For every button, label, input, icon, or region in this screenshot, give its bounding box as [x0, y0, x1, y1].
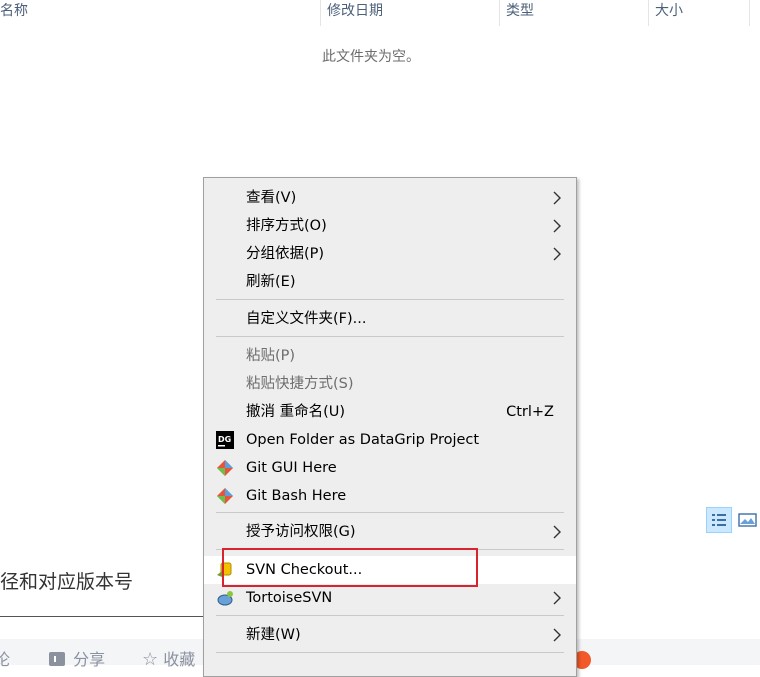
empty-folder-message: 此文件夹为空。 [322, 49, 420, 65]
menu-item-label: Git Bash Here [246, 488, 347, 504]
menu-separator [216, 615, 564, 616]
context-menu: 查看(V) 排序方式(O) 分组依据(P) 刷新(E) 自定义文件夹(F)...… [203, 177, 577, 677]
background-action-favorite[interactable]: ☆ 收藏 [142, 646, 195, 670]
chevron-right-icon [553, 247, 561, 261]
menu-separator [216, 336, 564, 337]
menu-item-undo-rename[interactable]: 撤消 重命名(U) Ctrl+Z [204, 398, 576, 426]
menu-item-label: Open Folder as DataGrip Project [246, 432, 480, 448]
column-date-label: 修改日期 [327, 3, 383, 19]
menu-item-paste-shortcut[interactable]: 粘贴快捷方式(S) [204, 370, 576, 398]
column-name-label: 名称 [0, 3, 28, 19]
menu-item-paste[interactable]: 粘贴(P) [204, 342, 576, 370]
menu-item-label: 查看(V) [246, 190, 297, 206]
menu-item-label: 分组依据(P) [246, 246, 325, 262]
menu-item-label: 刷新(E) [246, 274, 296, 290]
chevron-right-icon [553, 591, 561, 605]
menu-item-open-datagrip[interactable]: DG Open Folder as DataGrip Project [204, 426, 576, 454]
menu-item-label: 粘贴(P) [246, 348, 296, 364]
share-label: 分享 [73, 650, 106, 669]
large-icons-view-button[interactable] [735, 507, 760, 533]
svg-text:DG: DG [218, 435, 231, 444]
column-type[interactable]: 类型 [500, 0, 649, 26]
menu-separator [216, 549, 564, 550]
background-divider [0, 616, 205, 617]
favorite-label: 收藏 [163, 650, 196, 669]
menu-item-label: TortoiseSVN [246, 590, 333, 606]
menu-item-label: 排序方式(O) [246, 218, 327, 234]
menu-separator [216, 512, 564, 513]
background-action-share[interactable]: 分享 [48, 646, 105, 670]
menu-item-label: 撤消 重命名(U) [246, 404, 346, 420]
large-icons-view-icon [738, 513, 757, 527]
column-name[interactable]: 名称 [0, 0, 321, 26]
menu-item-label: 粘贴快捷方式(S) [246, 376, 354, 392]
menu-item-tortoisesvn[interactable]: TortoiseSVN [204, 584, 576, 612]
background-action-comment[interactable]: 论 [0, 646, 10, 670]
menu-item-refresh[interactable]: 刷新(E) [204, 268, 576, 296]
column-type-label: 类型 [506, 3, 534, 19]
tortoisesvn-icon [217, 591, 233, 606]
details-view-icon [712, 514, 726, 526]
details-view-button[interactable] [706, 507, 732, 533]
git-icon [217, 460, 233, 476]
column-size-label: 大小 [655, 3, 683, 19]
background-heading: 径和对应版本号 [0, 571, 134, 593]
menu-item-shortcut: Ctrl+Z [506, 404, 554, 420]
menu-item-svn-checkout[interactable]: SVN Checkout... [204, 556, 576, 584]
column-header: 名称 修改日期 类型 大小 [0, 0, 760, 26]
comment-label: 论 [0, 650, 11, 669]
menu-item-grant-access[interactable]: 授予访问权限(G) [204, 518, 576, 546]
menu-item-label: SVN Checkout... [246, 562, 363, 578]
chevron-right-icon [553, 219, 561, 233]
star-icon: ☆ [142, 649, 159, 670]
menu-item-label: 自定义文件夹(F)... [246, 311, 367, 327]
menu-item-new[interactable]: 新建(W) [204, 621, 576, 649]
menu-item-git-gui[interactable]: Git GUI Here [204, 454, 576, 482]
chevron-right-icon [553, 191, 561, 205]
menu-separator [216, 652, 564, 653]
menu-item-label: Git GUI Here [246, 460, 337, 476]
datagrip-icon: DG [216, 431, 234, 449]
menu-item-customize-folder[interactable]: 自定义文件夹(F)... [204, 305, 576, 333]
chevron-right-icon [553, 525, 561, 539]
svn-checkout-icon [217, 562, 232, 577]
menu-item-label: 授予访问权限(G) [246, 524, 356, 540]
git-icon [217, 488, 233, 504]
column-date-modified[interactable]: 修改日期 [321, 0, 500, 26]
menu-item-label: 新建(W) [246, 627, 301, 643]
menu-separator [216, 299, 564, 300]
menu-item-sort-by[interactable]: 排序方式(O) [204, 212, 576, 240]
menu-item-git-bash[interactable]: Git Bash Here [204, 482, 576, 510]
menu-item-view[interactable]: 查看(V) [204, 184, 576, 212]
chevron-right-icon [553, 628, 561, 642]
share-icon [49, 652, 65, 666]
column-size[interactable]: 大小 [649, 0, 750, 26]
menu-item-group-by[interactable]: 分组依据(P) [204, 240, 576, 268]
